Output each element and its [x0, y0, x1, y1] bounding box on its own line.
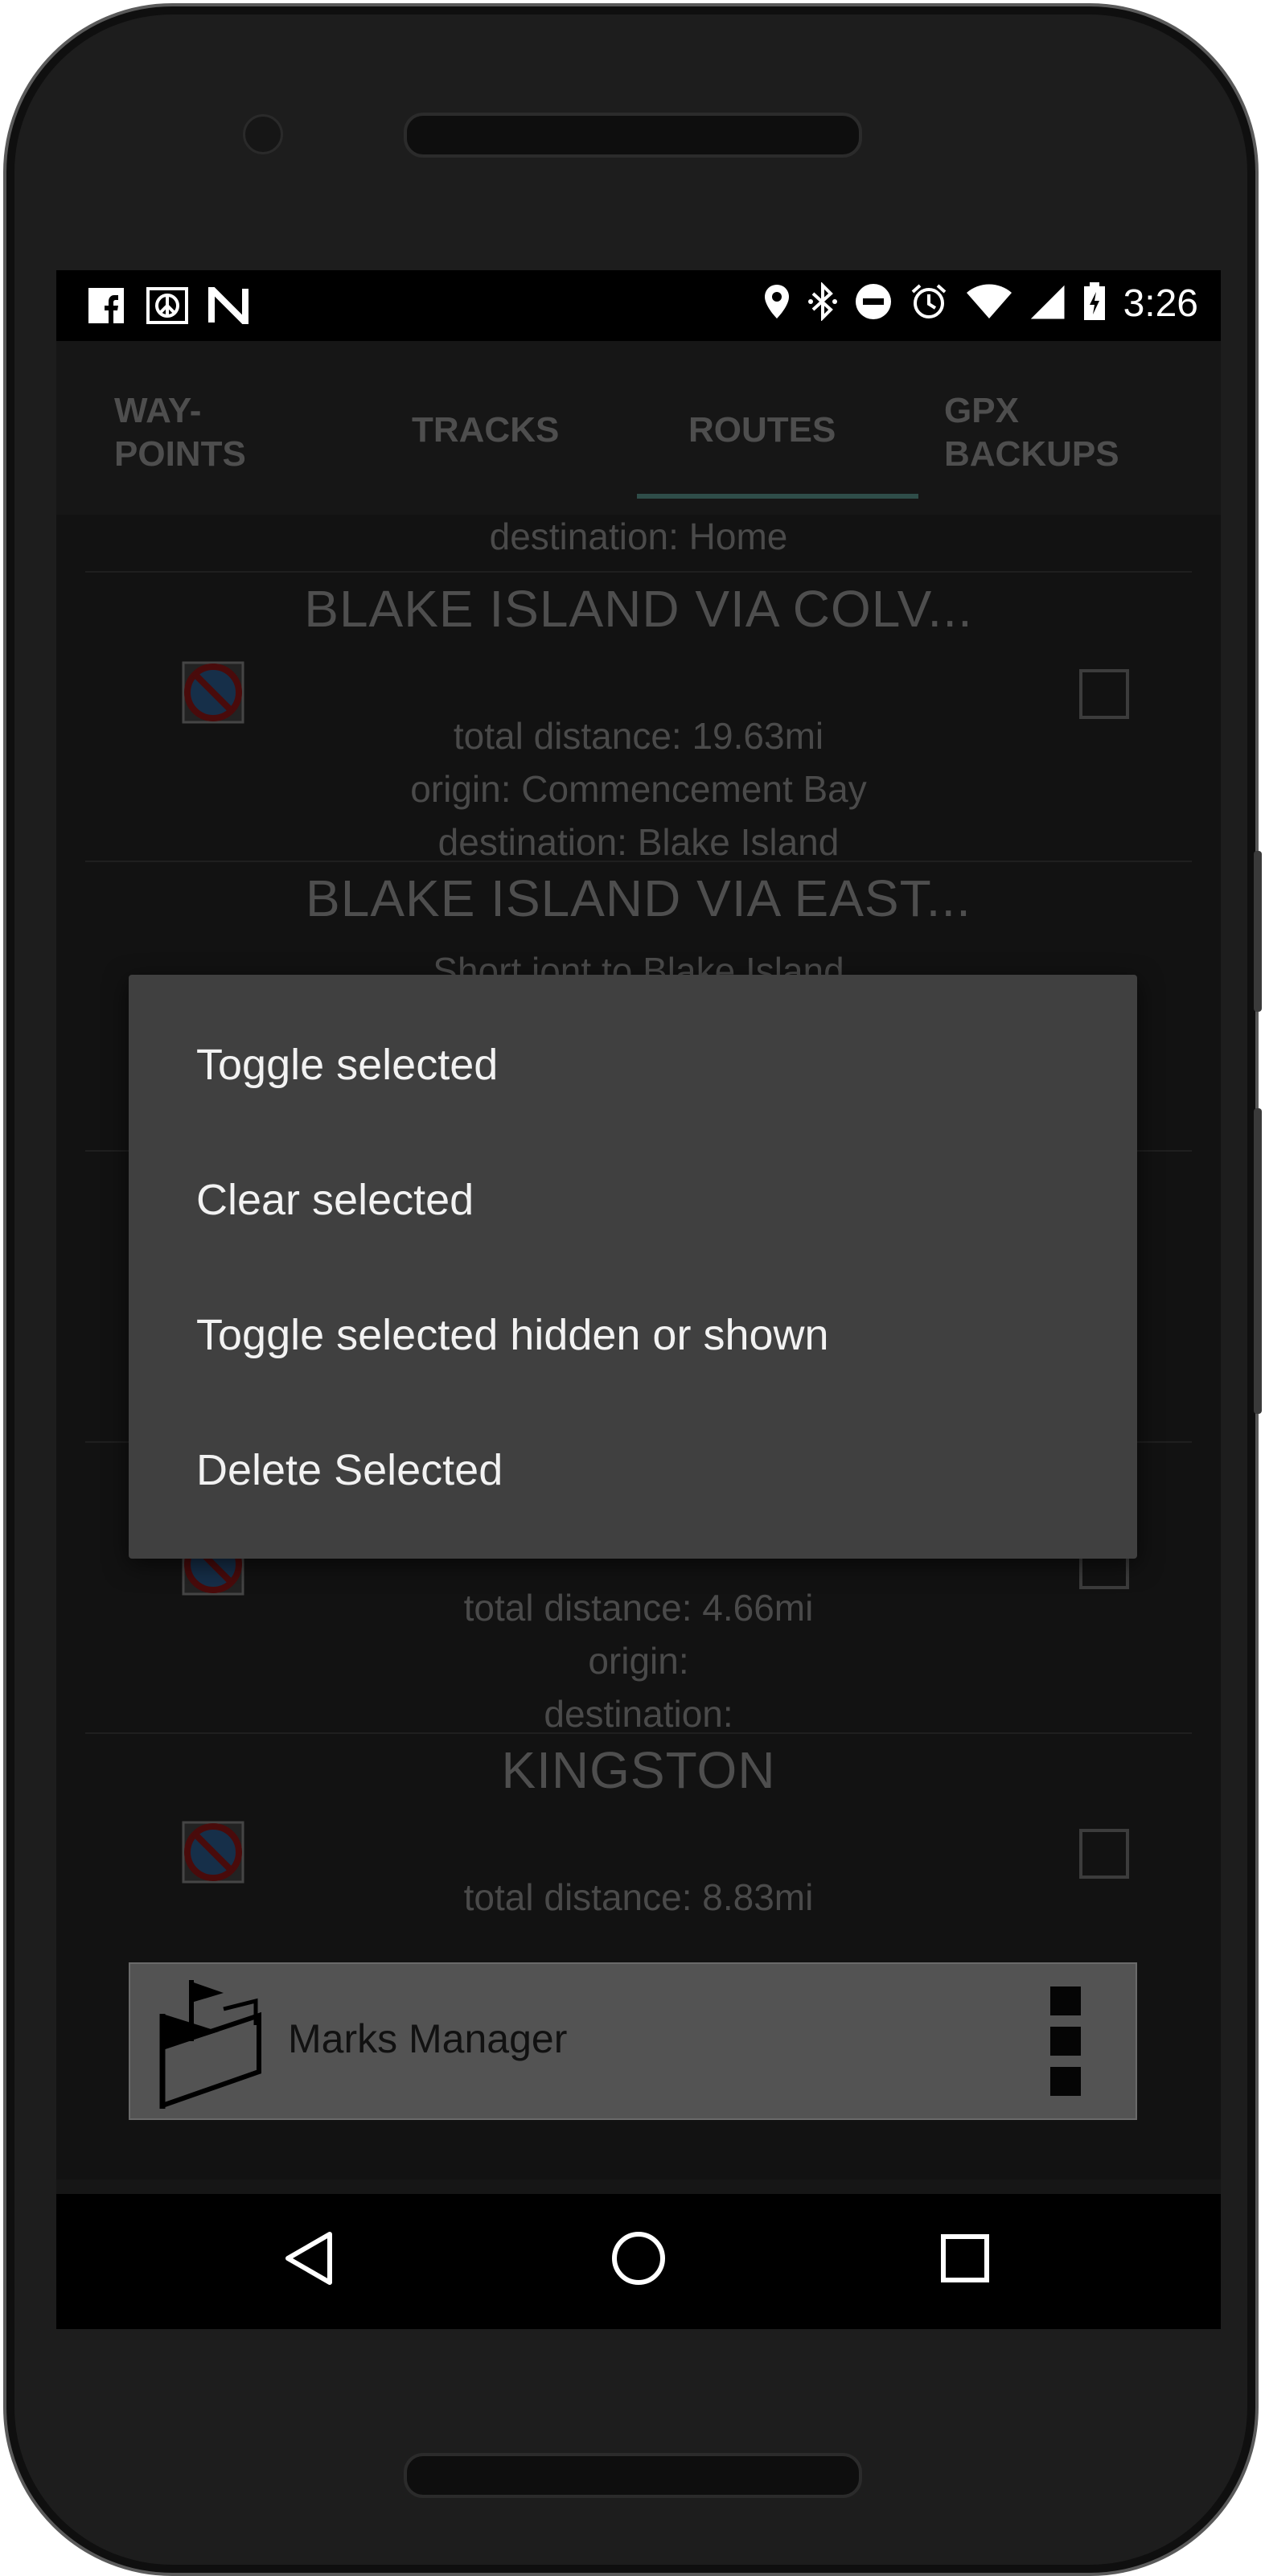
recents-icon[interactable] — [939, 2233, 991, 2284]
front-camera — [243, 114, 283, 154]
power-button — [1254, 851, 1262, 1012]
signal-icon — [1030, 283, 1066, 324]
marks-manager-bar[interactable]: Marks Manager — [129, 1962, 1137, 2120]
flags-icon — [159, 1980, 261, 2109]
location-icon — [763, 283, 791, 324]
selection-menu-dialog: Toggle selected Clear selected Toggle se… — [129, 975, 1137, 1559]
home-icon[interactable] — [610, 2229, 667, 2287]
menu-item-clear-selected[interactable]: Clear selected — [196, 1168, 474, 1232]
battery-icon — [1083, 282, 1106, 325]
n-icon — [207, 285, 249, 327]
volume-button — [1254, 1108, 1262, 1414]
bottom-speaker — [404, 2453, 862, 2498]
phone-frame: 3:26 WAY- POINTS TRACKS ROUTES GPX BACKU… — [3, 3, 1262, 2576]
menu-item-toggle-selected[interactable]: Toggle selected — [196, 1033, 498, 1097]
bluetooth-icon — [807, 281, 837, 325]
facebook-icon — [85, 285, 127, 327]
back-icon[interactable] — [283, 2229, 335, 2287]
status-bar: 3:26 — [56, 270, 1221, 341]
wifi-icon — [966, 283, 1012, 324]
top-speaker — [404, 113, 862, 158]
status-time: 3:26 — [1123, 282, 1198, 325]
marks-manager-label: Marks Manager — [288, 2016, 568, 2061]
navigation-bar — [56, 2194, 1221, 2329]
menu-item-toggle-hidden-shown[interactable]: Toggle selected hidden or shown — [196, 1303, 829, 1367]
alarm-icon — [910, 282, 948, 325]
overflow-menu-icon[interactable] — [1050, 1986, 1082, 2107]
peace-icon — [146, 285, 188, 327]
dnd-icon — [855, 283, 892, 324]
menu-item-delete-selected[interactable]: Delete Selected — [196, 1438, 503, 1502]
screen: 3:26 WAY- POINTS TRACKS ROUTES GPX BACKU… — [56, 270, 1221, 2329]
